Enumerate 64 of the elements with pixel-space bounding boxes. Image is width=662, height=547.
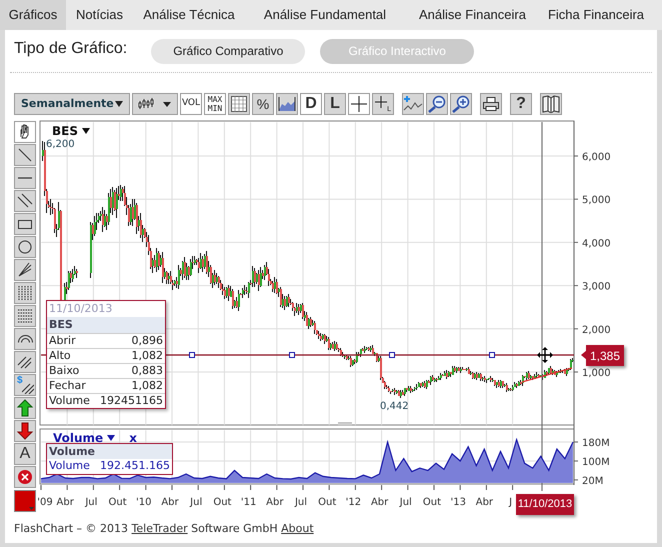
toolbar-button[interactable]: % [252, 93, 274, 115]
about-link[interactable]: About [281, 522, 314, 535]
chart-type-button[interactable]: Gráfico Comparativo [151, 38, 306, 64]
tooltip-value: 192451165 [100, 392, 163, 409]
toolbar-button[interactable]: VOL [180, 93, 202, 115]
axis-label: '09 [37, 497, 53, 508]
drawing-tool-button[interactable]: A [14, 443, 36, 465]
volume-dropdown[interactable]: Volume [53, 429, 116, 447]
chart-type-label: Tipo de Gráfico: [14, 39, 128, 59]
tooltip-label: Alto [49, 348, 71, 364]
footer-text: FlashChart – © 2013 TeleTrader Software GmbH About [14, 521, 315, 537]
high-label: 6,200 [46, 139, 75, 150]
date-badge: 11/10/2013 [516, 494, 574, 515]
axis-label: Out [213, 497, 232, 508]
tooltip-value: 0,896 [132, 332, 163, 349]
axis-label: 20M [582, 476, 604, 484]
axis-label: Out [422, 497, 442, 508]
axis-label: 1,000 [582, 368, 611, 379]
tooltip-title: Volume [47, 444, 172, 459]
axis-label: Abr [56, 497, 74, 508]
axis-label: Jul [294, 497, 308, 508]
axis-label: '10 [136, 497, 152, 508]
axis-label: Jul [85, 497, 98, 508]
axis-label: '13 [450, 497, 466, 508]
axis-label: Abr [266, 497, 284, 508]
axis-label: 5,000 [582, 195, 611, 206]
tooltip-label: Volume [49, 458, 90, 474]
axis-label: 2,000 [582, 324, 611, 336]
axis-label: 180M [582, 438, 610, 449]
price-badge: 1,385 [586, 345, 624, 366]
axis-label: 4,000 [582, 238, 611, 250]
tooltip-label: Volume [49, 392, 90, 409]
tooltip-value: 0,883 [132, 362, 163, 379]
symbol-dropdown[interactable]: BES [52, 122, 90, 140]
tooltip-value: 1,082 [132, 348, 163, 364]
axis-label: Out [318, 497, 336, 508]
axis-label: 3,000 [582, 282, 611, 293]
axis-label: Jul [190, 497, 202, 508]
axis-label: 100M [582, 457, 610, 468]
period-dropdown[interactable]: Semanalmente [14, 93, 130, 115]
axis-label: J [509, 497, 512, 508]
axis-label: 6,000 [582, 152, 611, 163]
axis-label: Abr [370, 497, 388, 508]
tooltip-date: 11/10/2013 [48, 301, 114, 317]
low-label: 0,442 [380, 401, 409, 412]
tooltip-value: 192.451.165 [100, 458, 170, 474]
tooltip-symbol: BES [47, 317, 165, 333]
tooltip-label: Baixo [49, 362, 80, 379]
company-link[interactable]: TeleTrader [132, 522, 188, 535]
toolbar-button[interactable]: MAX MIN [204, 93, 226, 115]
toolbar-button[interactable]: D [300, 93, 322, 115]
close-button[interactable]: x [129, 429, 137, 447]
axis-label: Out [108, 497, 127, 508]
axis-label: '12 [346, 497, 362, 508]
axis-label: '11 [240, 497, 256, 508]
toolbar-button[interactable]: ? [510, 93, 532, 115]
tab[interactable]: Gráficos [0, 0, 66, 30]
tooltip-value: 1,082 [132, 378, 163, 394]
toolbar-button[interactable]: L [324, 93, 346, 115]
axis-label: Abr [476, 497, 494, 508]
axis-label: Abr [161, 497, 179, 508]
axis-label: Jul [400, 497, 412, 508]
tooltip-label: Fechar [49, 378, 86, 394]
tooltip-label: Abrir [49, 332, 76, 349]
